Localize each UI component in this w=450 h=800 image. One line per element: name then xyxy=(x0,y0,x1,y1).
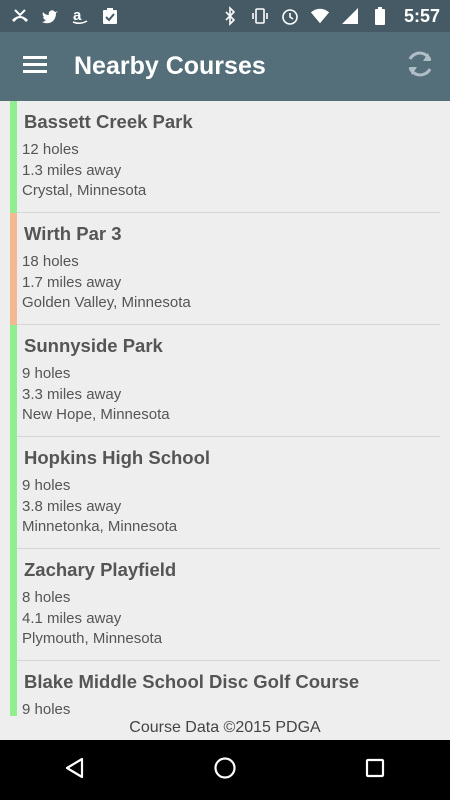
course-location: Minnetonka, Minnesota xyxy=(22,518,178,535)
course-name: Zachary Playfield xyxy=(24,559,177,580)
course-holes: 8 holes xyxy=(22,589,71,606)
course-status-bar xyxy=(10,437,17,549)
status-bar: a 5:57 xyxy=(0,0,450,32)
course-location: New Hope, Minnesota xyxy=(22,406,170,423)
back-icon xyxy=(63,756,87,785)
course-status-bar xyxy=(10,661,17,716)
missed-call-icon xyxy=(10,6,30,26)
menu-button[interactable] xyxy=(0,32,70,101)
course-location: Crystal, Minnesota xyxy=(22,182,147,199)
app-bar: Nearby Courses xyxy=(0,32,450,101)
wifi-icon xyxy=(310,6,330,26)
course-status-bar xyxy=(10,213,17,325)
status-right: 5:57 xyxy=(220,6,440,27)
course-item[interactable]: Blake Middle School Disc Golf Course 9 h… xyxy=(10,661,440,716)
page-title: Nearby Courses xyxy=(74,52,266,80)
system-nav-bar xyxy=(0,740,450,800)
course-name: Hopkins High School xyxy=(24,447,211,468)
course-list[interactable]: Bassett Creek Park 12 holes 1.3 miles aw… xyxy=(10,101,440,716)
course-name: Blake Middle School Disc Golf Course xyxy=(24,671,360,692)
course-holes: 9 holes xyxy=(22,701,71,716)
course-item[interactable]: Wirth Par 3 18 holes 1.7 miles away Gold… xyxy=(10,213,440,325)
bluetooth-icon xyxy=(220,6,240,26)
alarm-icon xyxy=(280,6,300,26)
course-name: Wirth Par 3 xyxy=(24,223,122,244)
course-item[interactable]: Sunnyside Park 9 holes 3.3 miles away Ne… xyxy=(10,325,440,437)
clipboard-check-icon xyxy=(100,6,120,26)
course-distance: 4.1 miles away xyxy=(22,610,122,627)
back-button[interactable] xyxy=(40,740,110,800)
course-distance: 1.3 miles away xyxy=(22,162,122,179)
hamburger-menu-icon xyxy=(22,54,48,79)
svg-text:a: a xyxy=(73,7,82,24)
course-status-bar xyxy=(10,325,17,437)
course-location: Plymouth, Minnesota xyxy=(22,630,163,647)
course-name: Sunnyside Park xyxy=(24,335,163,356)
amazon-icon: a xyxy=(70,6,90,26)
course-item[interactable]: Hopkins High School 9 holes 3.8 miles aw… xyxy=(10,437,440,549)
course-item[interactable]: Zachary Playfield 8 holes 4.1 miles away… xyxy=(10,549,440,661)
refresh-button[interactable] xyxy=(390,32,450,101)
home-icon xyxy=(213,756,237,785)
course-status-bar xyxy=(10,549,17,661)
course-holes: 12 holes xyxy=(22,141,79,158)
course-item[interactable]: Bassett Creek Park 12 holes 1.3 miles aw… xyxy=(10,101,440,213)
course-distance: 1.7 miles away xyxy=(22,274,122,291)
twitter-icon xyxy=(40,6,60,26)
course-holes: 18 holes xyxy=(22,253,79,270)
home-button[interactable] xyxy=(190,740,260,800)
cell-signal-icon xyxy=(340,6,360,26)
course-location: Golden Valley, Minnesota xyxy=(22,294,191,311)
course-status-bar xyxy=(10,101,17,213)
pdga-copyright: Course Data ©2015 PDGA xyxy=(129,719,321,736)
status-left: a xyxy=(10,6,120,26)
vibrate-icon xyxy=(250,6,270,26)
refresh-icon xyxy=(404,48,436,85)
battery-icon xyxy=(370,6,390,26)
course-distance: 3.3 miles away xyxy=(22,386,122,403)
recents-icon xyxy=(364,757,386,784)
course-name: Bassett Creek Park xyxy=(24,111,193,132)
course-distance: 3.8 miles away xyxy=(22,498,122,515)
recents-button[interactable] xyxy=(340,740,410,800)
course-holes: 9 holes xyxy=(22,365,71,382)
status-time: 5:57 xyxy=(403,5,440,26)
course-holes: 9 holes xyxy=(22,477,71,494)
